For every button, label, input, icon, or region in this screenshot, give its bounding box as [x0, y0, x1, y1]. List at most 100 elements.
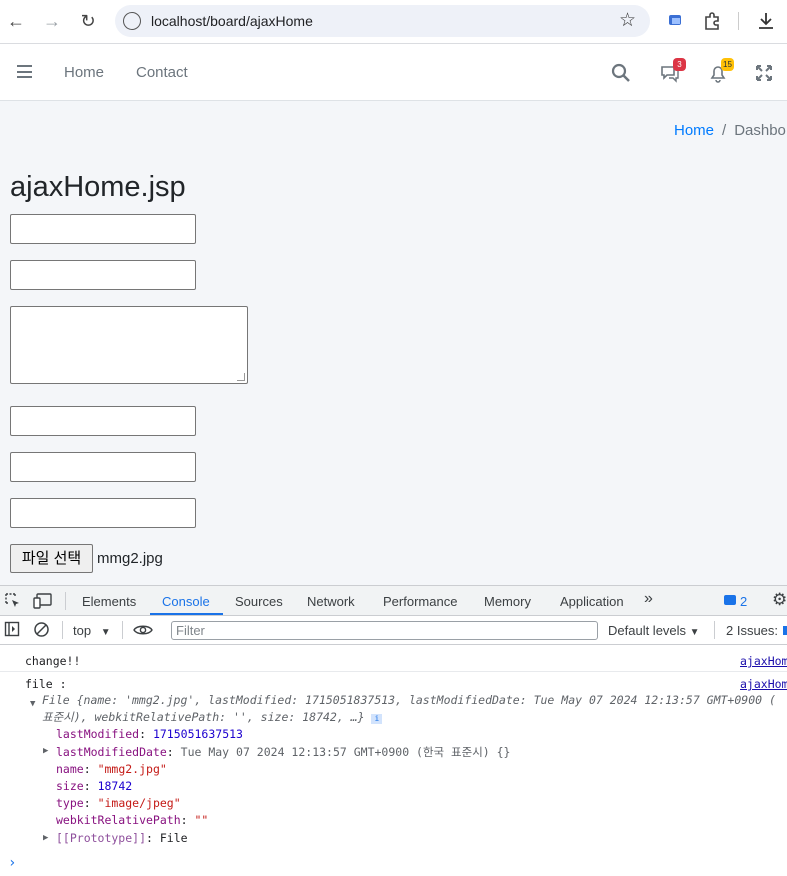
console-prompt-icon[interactable]: ›	[8, 855, 16, 871]
selected-file-name: mmg2.jpg	[97, 550, 163, 567]
content-textarea[interactable]	[10, 306, 248, 384]
back-icon[interactable]: ←	[4, 9, 28, 33]
tab-performance[interactable]: Performance	[383, 594, 457, 609]
toolbar-separator	[738, 12, 739, 30]
sidebar-toggle-icon[interactable]	[4, 621, 20, 637]
bookmark-star-icon[interactable]: ☆	[619, 9, 636, 32]
prop-key: lastModified	[56, 727, 140, 741]
tab-network[interactable]: Network	[307, 594, 355, 609]
prop-key: lastModifiedDate	[56, 745, 167, 759]
prop-prototype[interactable]: [[Prototype]]: File	[56, 831, 188, 845]
log-levels-dropdown[interactable]: Default levels ▼	[608, 623, 700, 638]
extension-app-icon[interactable]	[665, 10, 687, 32]
forward-icon[interactable]: →	[40, 9, 64, 33]
extensions-puzzle-icon[interactable]	[701, 10, 723, 32]
tab-sources[interactable]: Sources	[235, 594, 283, 609]
tab-console[interactable]: Console	[162, 594, 210, 609]
prop-key: size	[56, 779, 84, 793]
notifications-bell-icon[interactable]: 15	[707, 58, 734, 84]
issues-icon[interactable]	[783, 626, 787, 635]
content-wrapper: Home / Dashbo ajaxHome.jsp 파일 선택 mmg2.jpg	[0, 101, 787, 585]
page-title: ajaxHome.jsp	[10, 171, 186, 203]
toolbar-divider-3	[714, 621, 715, 639]
device-toggle-icon[interactable]	[33, 592, 53, 610]
devtools-tabbar: Elements Console Sources Network Perform…	[0, 586, 787, 616]
messages-icon[interactable]: 3	[659, 58, 686, 84]
settings-gear-icon[interactable]: ⚙	[772, 590, 787, 610]
prop-key: webkitRelativePath	[56, 813, 181, 827]
text-input-3[interactable]	[10, 406, 196, 436]
prop-value: File	[159, 831, 188, 845]
toolbar-divider-2	[122, 621, 123, 639]
context-selector[interactable]: top ▼	[73, 623, 111, 638]
clear-console-icon[interactable]	[33, 621, 50, 638]
prop-name: name: "mmg2.jpg"	[56, 762, 167, 776]
live-expression-eye-icon[interactable]	[133, 623, 153, 637]
nav-link-contact[interactable]: Contact	[136, 64, 188, 81]
prop-type: type: "image/jpeg"	[56, 796, 181, 810]
messages-count[interactable]: 2	[740, 594, 747, 609]
prop-value: 18742	[97, 779, 133, 793]
expand-file-object-icon[interactable]: ▼	[30, 699, 35, 709]
address-bar[interactable]: localhost/board/ajaxHome ☆	[115, 5, 650, 37]
console-source-link-2[interactable]: ajaxHom	[740, 677, 787, 691]
levels-dropdown-icon: ▼	[689, 627, 700, 638]
prop-value: Tue May 07 2024 12:13:57 GMT+0900 (한국 표준…	[180, 745, 511, 759]
text-input-5[interactable]	[10, 498, 196, 528]
breadcrumb-current: Dashbo	[734, 122, 786, 139]
expand-lastmodifieddate-icon[interactable]: ▶	[43, 746, 48, 756]
console-divider	[0, 671, 787, 672]
download-icon[interactable]	[755, 10, 777, 32]
expand-prototype-icon[interactable]: ▶	[43, 833, 48, 843]
main-navbar: Home Contact 3 15	[0, 44, 787, 101]
messages-badge: 3	[673, 58, 686, 71]
file-object-summary-wrap: 표준시), webkitRelativePath: '', size: 1874…	[42, 710, 365, 724]
prop-lastmodifieddate[interactable]: lastModifiedDate: Tue May 07 2024 12:13:…	[56, 744, 510, 760]
console-filter-input[interactable]: Filter	[171, 621, 598, 640]
devtools-panel: Elements Console Sources Network Perform…	[0, 585, 787, 875]
text-input-1[interactable]	[10, 214, 196, 244]
tab-separator	[65, 592, 66, 610]
prop-size: size: 18742	[56, 779, 133, 793]
messages-count-icon[interactable]	[724, 595, 736, 605]
issues-counter[interactable]: 2 Issues:	[726, 623, 778, 638]
context-label: top	[73, 623, 92, 638]
text-input-4[interactable]	[10, 452, 196, 482]
console-output: change!! ajaxHom file : ajaxHom ▼ File {…	[0, 646, 787, 876]
hamburger-menu-icon[interactable]	[17, 65, 32, 78]
prop-value: 1715051637513	[152, 727, 243, 741]
fullscreen-icon[interactable]	[753, 62, 775, 84]
context-dropdown-icon: ▼	[100, 627, 111, 638]
console-log-file-label: file :	[25, 677, 67, 691]
more-tabs-chevron-icon[interactable]: »	[644, 590, 653, 608]
file-choose-button[interactable]: 파일 선택	[10, 544, 93, 573]
console-toolbar: top ▼ Filter Default levels ▼ 2 Issues:	[0, 616, 787, 645]
file-object-summary[interactable]: File {name: 'mmg2.jpg', lastModified: 17…	[42, 693, 776, 707]
console-log-change: change!!	[25, 654, 81, 668]
tab-memory[interactable]: Memory	[484, 594, 531, 609]
console-source-link-1[interactable]: ajaxHom	[740, 654, 787, 668]
browser-toolbar: ← → ↻ localhost/board/ajaxHome ☆	[0, 0, 787, 44]
text-input-2[interactable]	[10, 260, 196, 290]
tab-elements[interactable]: Elements	[82, 594, 136, 609]
prop-key: type	[56, 796, 84, 810]
nav-link-home[interactable]: Home	[64, 64, 104, 81]
inspect-element-icon[interactable]	[4, 592, 22, 610]
prop-value: "mmg2.jpg"	[97, 762, 167, 776]
info-icon[interactable]: i	[371, 714, 383, 724]
search-icon[interactable]	[610, 62, 632, 84]
log-levels-label: Default levels	[608, 623, 687, 638]
prop-key: [[Prototype]]	[56, 831, 147, 845]
breadcrumb-home-link[interactable]: Home	[674, 122, 714, 139]
prop-value: ""	[194, 813, 209, 827]
reload-icon[interactable]: ↻	[76, 9, 100, 33]
active-tab-indicator	[150, 613, 223, 615]
file-object-summary-cont[interactable]: 표준시), webkitRelativePath: '', size: 1874…	[42, 709, 383, 725]
prop-webkitrelativepath: webkitRelativePath: ""	[56, 813, 209, 827]
prop-lastmodified: lastModified: 1715051637513	[56, 727, 243, 741]
resize-grip-icon[interactable]	[237, 373, 245, 381]
breadcrumb: Home / Dashbo	[674, 122, 786, 139]
tab-application[interactable]: Application	[560, 594, 624, 609]
site-info-icon[interactable]	[123, 12, 141, 30]
toolbar-divider	[62, 621, 63, 639]
